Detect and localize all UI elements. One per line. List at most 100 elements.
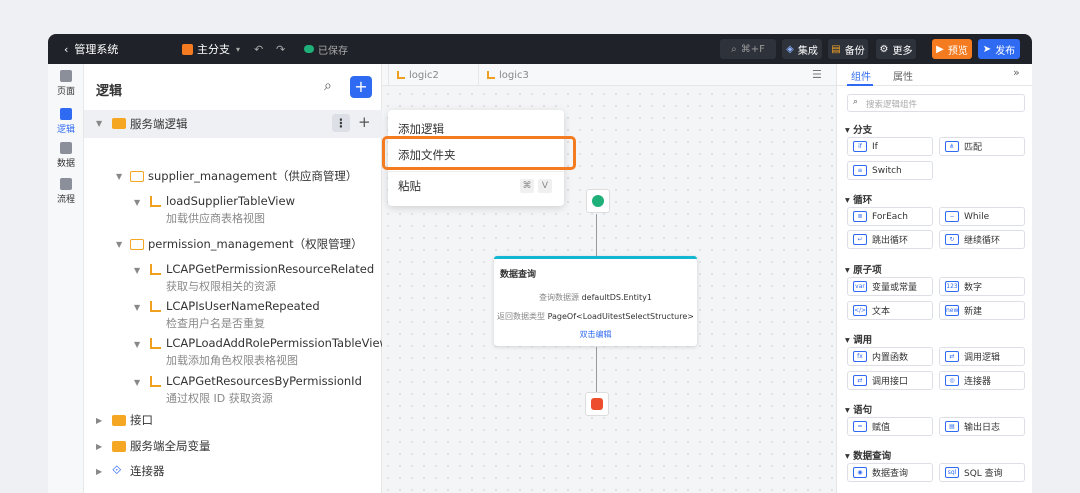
tree-item-label: supplier_management（供应商管理） [148,169,358,183]
comp-log[interactable]: ▤ 输出日志 [939,417,1025,436]
search-icon: ⌕ [853,97,859,107]
menu-item-paste[interactable]: 粘贴 ⌘ V [388,173,564,199]
assign-icon: = [853,421,867,432]
search-shortcut: ⌘+F [740,43,765,55]
active-tab-indicator [847,84,873,86]
tree-item-username-repeated[interactable]: ▼ LCAPIsUserNameRepeated 检查用户名是否重复 [84,299,382,331]
tree-item-get-permission-resource[interactable]: ▼ LCAPGetPermissionResourceRelated 获取与权限… [84,262,382,294]
comp-text[interactable]: </> 文本 [847,301,933,320]
end-node[interactable] [585,392,609,416]
comp-continue[interactable]: ↻ 继续循环 [939,230,1025,249]
nav-logic[interactable]: 逻辑 [48,108,84,135]
folder-icon [112,441,126,452]
plus-icon[interactable]: + [358,113,371,131]
data-query-node[interactable]: 数据查询 查询数据源 defaultDS.Entity1 返回数据类型 Page… [494,256,697,346]
logic-tree-panel: 逻辑 ⌕ + ▼ 服务端逻辑 ⋮ + ▼ supplier_management… [84,64,389,493]
tree-item-server-logic[interactable]: ▼ 服务端逻辑 ⋮ + [84,110,382,138]
search-icon: ⌕ [731,43,737,55]
layers-icon: ◈ [786,43,794,55]
comp-new[interactable]: new 新建 [939,301,1025,320]
comp-label: 调用逻辑 [964,353,1001,363]
match-icon: ⋔ [945,141,959,152]
redo-button[interactable]: ↷ [276,34,285,64]
publish-label: 发布 [995,45,1016,57]
paste-label: 粘贴 [398,179,421,193]
tab-label: logic2 [409,69,439,81]
more-vertical-icon[interactable]: ⋮ [332,114,350,132]
comp-match[interactable]: ⋔ 匹配 [939,137,1025,156]
caret-down-icon: ▼ [134,340,141,349]
caret-down-icon: ▼ [116,240,123,249]
search-icon[interactable]: ⌕ [324,78,332,94]
edit-link[interactable]: 双击编辑 [494,329,697,340]
add-button[interactable]: + [350,76,372,98]
number-icon: 123 [945,281,959,292]
comp-sql-query[interactable]: sql SQL 查询 [939,463,1025,482]
new-icon: new [945,305,959,316]
comp-foreach[interactable]: ≣ ForEach [847,207,933,226]
tab-properties[interactable]: 属性 [893,68,913,83]
search-button[interactable]: ⌕ ⌘+F [720,39,776,59]
nav-flow-label: 流程 [56,195,75,205]
comp-if[interactable]: if If [847,137,933,156]
tree-item-load-supplier[interactable]: ▼ loadSupplierTableView 加载供应商表格视图 [84,194,382,226]
folder-icon [112,118,126,129]
undo-icon: ↶ [254,42,264,56]
more-button[interactable]: ⚙ 更多 [876,39,916,59]
back-button[interactable]: ‹ 管理系统 [64,34,118,64]
comp-while[interactable]: − While [939,207,1025,226]
logic-icon [60,108,72,120]
logic-icon [150,376,161,387]
list-icon[interactable]: ☰ [812,68,822,81]
nav-data[interactable]: 数据 [48,142,84,169]
comp-number[interactable]: 123 数字 [939,277,1025,296]
start-node[interactable] [586,189,610,213]
app-window: ‹ 管理系统 主分支 ▾ ↶ ↷ 已保存 ⌕ ⌘+F ◈ 集成 ▤ 备份 ⚙ 更… [48,34,1032,493]
search-placeholder: 搜索逻辑组件 [866,100,918,110]
cloud-check-icon [304,45,314,53]
sql-icon: sql [945,467,959,478]
comp-call-logic[interactable]: ⇄ 调用逻辑 [939,347,1025,366]
comp-variable[interactable]: var 变量或常量 [847,277,933,296]
preview-button[interactable]: ▶ 预览 [932,39,972,59]
undo-button[interactable]: ↶ [254,34,263,64]
folder-outline-icon [130,171,144,182]
return-label: 返回数据类型 [497,312,546,321]
preview-label: 预览 [947,45,968,57]
branch-label: 主分支 [197,43,230,56]
component-search[interactable]: ⌕ 搜索逻辑组件 [847,94,1025,112]
integrate-button[interactable]: ◈ 集成 [782,39,822,59]
comp-switch[interactable]: ≡ Switch [847,161,933,180]
tab-logic2[interactable]: logic2 [388,64,478,86]
comp-assign[interactable]: = 赋值 [847,417,933,436]
section-label: 数据查询 [853,451,892,462]
nav-page[interactable]: 页面 [48,70,84,97]
comp-break[interactable]: ↵ 跳出循环 [847,230,933,249]
branch-selector[interactable]: 主分支 ▾ [182,34,240,64]
comp-data-query[interactable]: ◉ 数据查询 [847,463,933,482]
collapse-icon[interactable]: » [1013,66,1020,79]
comp-label: 继续循环 [964,236,1001,246]
backup-button[interactable]: ▤ 备份 [828,39,868,59]
node-title: 数据查询 [500,270,537,280]
tab-components[interactable]: 组件 [851,68,871,83]
comp-connector[interactable]: ◎ 连接器 [939,371,1025,390]
nav-flow[interactable]: 流程 [48,178,84,205]
break-icon: ↵ [853,234,867,245]
editor-tabs: logic2 logic3 ☰ [382,64,836,86]
comp-call-api[interactable]: ⇄ 调用接口 [847,371,933,390]
tree-item-get-resources[interactable]: ▼ LCAPGetResourcesByPermissionId 通过权限 ID… [84,374,382,406]
comp-label: 跳出循环 [872,236,909,246]
more-label: 更多 [892,45,913,57]
publish-button[interactable]: ➤ 发布 [978,39,1020,59]
logic-icon [150,301,161,312]
panel-title: 逻辑 [96,84,123,99]
comp-builtin-function[interactable]: fx 内置函数 [847,347,933,366]
tab-logic3[interactable]: logic3 [478,64,568,86]
play-icon: ▶ [936,43,944,55]
tree-item-load-add-role[interactable]: ▼ LCAPLoadAddRolePermissionTableView 加载添… [84,336,389,368]
save-status-label: 已保存 [318,45,348,57]
branch-icon [182,43,193,55]
section-statement: ▾ 语句 [845,405,873,416]
comp-label: 连接器 [964,377,992,387]
